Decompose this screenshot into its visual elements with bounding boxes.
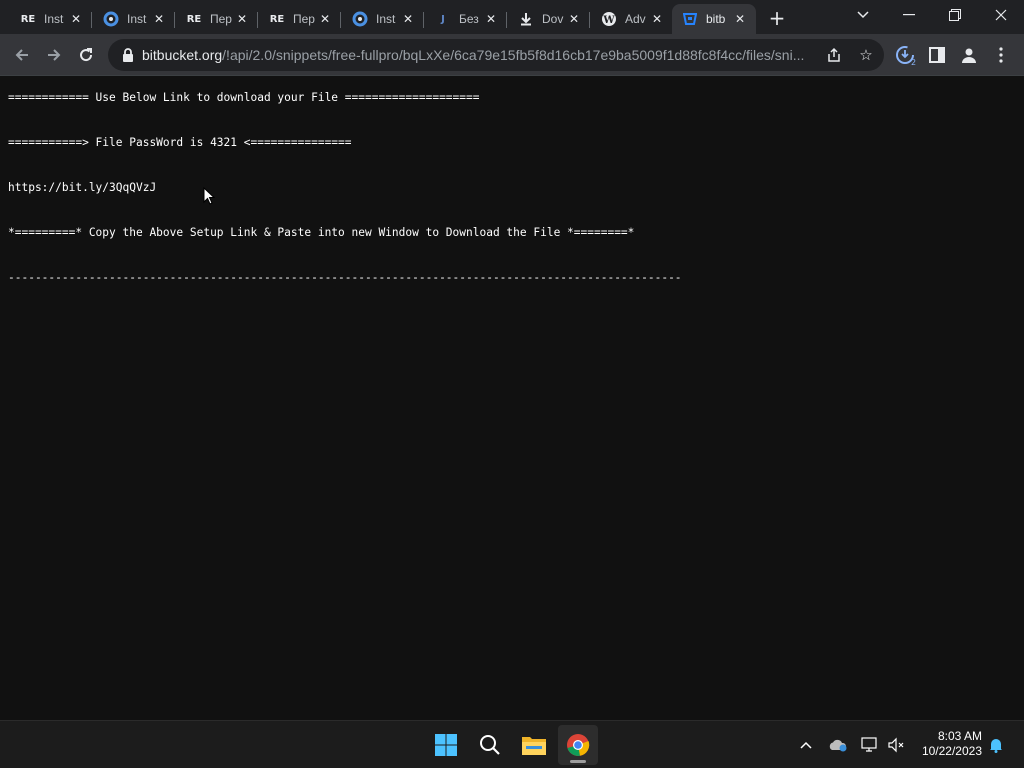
windows-taskbar: 8:03 AM 10/22/2023 bbox=[0, 720, 1024, 768]
tab-separator bbox=[506, 12, 507, 28]
tab-1[interactable]: RE Inst ✕ bbox=[10, 4, 92, 34]
downloads-icon[interactable]: 2 bbox=[894, 44, 916, 66]
page-content: ============ Use Below Link to download … bbox=[0, 77, 1024, 720]
download-badge: 2 bbox=[911, 58, 916, 66]
password-line: ===========> File PassWord is 4321 <====… bbox=[8, 136, 352, 149]
url-text[interactable]: bitbucket.org/!api/2.0/snippets/free-ful… bbox=[142, 47, 818, 63]
j-logo-icon: J bbox=[441, 13, 445, 25]
tab-5[interactable]: Inst ✕ bbox=[342, 4, 424, 34]
url-host: bitbucket.org bbox=[142, 47, 223, 63]
blue-swirl-icon bbox=[352, 11, 368, 27]
tab-title: Inst bbox=[44, 12, 64, 26]
close-icon[interactable]: ✕ bbox=[234, 11, 250, 27]
download-icon bbox=[518, 11, 534, 27]
lock-icon[interactable] bbox=[120, 47, 136, 63]
system-clock[interactable]: 8:03 AM 10/22/2023 bbox=[922, 729, 982, 759]
svg-text:W: W bbox=[602, 15, 615, 26]
minimize-button[interactable] bbox=[886, 0, 932, 30]
re-logo-icon: RE bbox=[20, 13, 36, 25]
mouse-cursor-icon bbox=[203, 186, 216, 209]
close-icon[interactable]: ✕ bbox=[151, 11, 167, 27]
close-icon[interactable]: ✕ bbox=[400, 11, 416, 27]
browser-toolbar: bitbucket.org/!api/2.0/snippets/free-ful… bbox=[0, 34, 1024, 76]
tab-title: Inst bbox=[376, 12, 396, 26]
tab-title: Inst bbox=[127, 12, 147, 26]
tab-search-button[interactable] bbox=[840, 0, 886, 30]
search-icon[interactable] bbox=[470, 725, 510, 765]
wordpress-icon: W bbox=[601, 11, 617, 27]
close-icon[interactable]: ✕ bbox=[566, 11, 582, 27]
close-window-button[interactable] bbox=[978, 0, 1024, 30]
tab-title: Пер bbox=[210, 12, 232, 26]
tab-strip: RE Inst ✕ Inst ✕ RE Пер ✕ RE Пер ✕ Inst … bbox=[0, 0, 1024, 34]
tab-8[interactable]: W Adv ✕ bbox=[591, 4, 673, 34]
tab-6[interactable]: J Без ✕ bbox=[425, 4, 507, 34]
active-app-indicator bbox=[570, 760, 586, 763]
tab-separator bbox=[91, 12, 92, 28]
bitbucket-icon bbox=[682, 11, 698, 27]
tab-separator bbox=[340, 12, 341, 28]
volume-muted-icon[interactable] bbox=[886, 735, 906, 755]
close-icon[interactable]: ✕ bbox=[483, 11, 499, 27]
forward-button[interactable] bbox=[40, 41, 68, 69]
tab-4[interactable]: RE Пер ✕ bbox=[259, 4, 341, 34]
tab-title: Dov bbox=[542, 12, 564, 26]
close-icon[interactable]: ✕ bbox=[732, 11, 748, 27]
address-bar[interactable]: bitbucket.org/!api/2.0/snippets/free-ful… bbox=[108, 39, 884, 71]
share-icon[interactable] bbox=[824, 45, 844, 65]
file-explorer-icon[interactable] bbox=[514, 725, 554, 765]
re-logo-icon: RE bbox=[269, 13, 285, 25]
tab-separator bbox=[589, 12, 590, 28]
url-path: /!api/2.0/snippets/free-fullpro/bqLxXe/6… bbox=[222, 47, 805, 63]
tab-title: Без bbox=[459, 12, 479, 26]
reload-button[interactable] bbox=[72, 41, 100, 69]
instructions-line: *=========* Copy the Above Setup Link & … bbox=[8, 226, 635, 239]
onedrive-icon[interactable] bbox=[828, 735, 848, 755]
clock-time: 8:03 AM bbox=[937, 729, 982, 743]
tab-separator bbox=[257, 12, 258, 28]
chrome-taskbar-icon[interactable] bbox=[558, 725, 598, 765]
back-button[interactable] bbox=[8, 41, 36, 69]
tab-separator bbox=[174, 12, 175, 28]
start-button[interactable] bbox=[426, 725, 466, 765]
close-icon[interactable]: ✕ bbox=[317, 11, 333, 27]
blue-swirl-icon bbox=[103, 11, 119, 27]
chevron-up-icon[interactable] bbox=[796, 735, 816, 755]
tab-7[interactable]: Dov ✕ bbox=[508, 4, 590, 34]
close-icon[interactable]: ✕ bbox=[68, 11, 84, 27]
restore-button[interactable] bbox=[932, 0, 978, 30]
tab-3[interactable]: RE Пер ✕ bbox=[176, 4, 258, 34]
tab-9-active[interactable]: bitb ✕ bbox=[672, 4, 756, 34]
tab-title: Adv bbox=[625, 12, 646, 26]
profile-icon[interactable] bbox=[958, 44, 980, 66]
download-link-text[interactable]: https://bit.ly/3QqQVzJ bbox=[8, 181, 156, 194]
download-header-line: ============ Use Below Link to download … bbox=[8, 91, 480, 104]
notification-bell-icon[interactable] bbox=[986, 735, 1006, 755]
tab-2[interactable]: Inst ✕ bbox=[93, 4, 175, 34]
tab-title: Пер bbox=[293, 12, 315, 26]
tab-title: bitb bbox=[706, 12, 726, 26]
side-panel-icon[interactable] bbox=[926, 44, 948, 66]
network-icon[interactable] bbox=[860, 735, 880, 755]
clock-date: 10/22/2023 bbox=[921, 744, 982, 758]
tab-separator bbox=[423, 12, 424, 28]
divider-line: ----------------------------------------… bbox=[8, 271, 682, 284]
re-logo-icon: RE bbox=[186, 13, 202, 25]
close-icon[interactable]: ✕ bbox=[649, 11, 665, 27]
new-tab-button[interactable]: + bbox=[764, 5, 790, 31]
menu-kebab-icon[interactable] bbox=[990, 44, 1012, 66]
bookmark-star-icon[interactable]: ☆ bbox=[856, 45, 876, 65]
